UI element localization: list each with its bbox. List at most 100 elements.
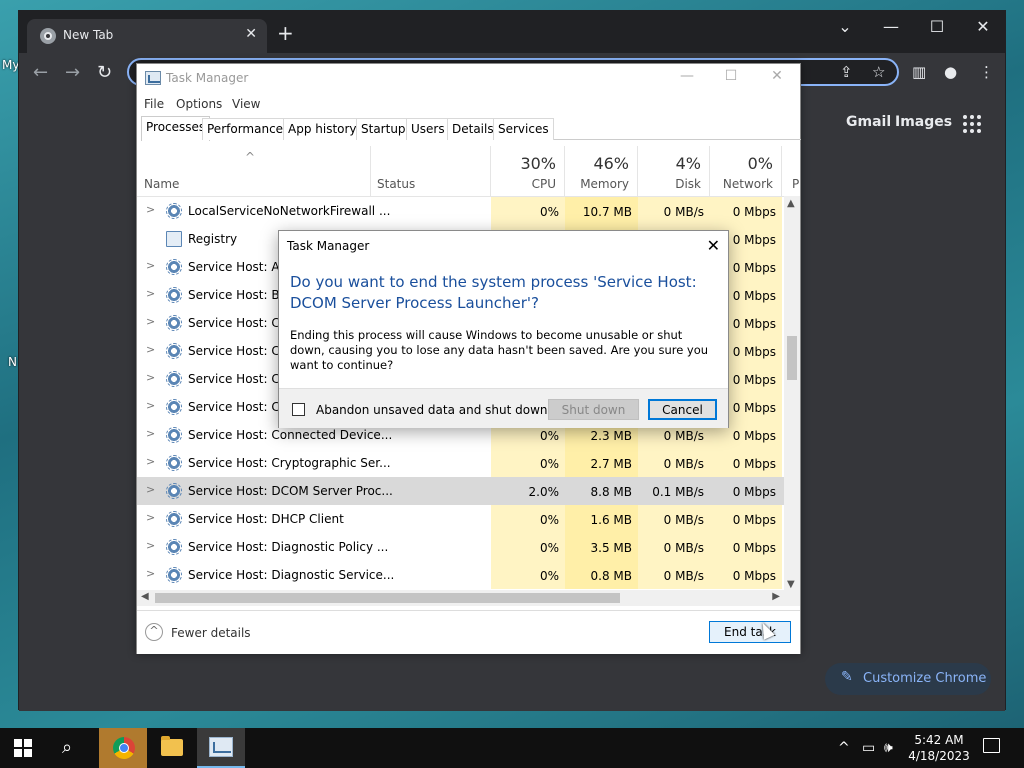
share-icon[interactable]: ⇪ bbox=[840, 63, 853, 81]
column-header-cpu[interactable]: 30% CPU bbox=[491, 146, 565, 196]
service-gear-icon bbox=[166, 371, 182, 387]
new-tab-button[interactable]: + bbox=[277, 23, 294, 43]
menu-options[interactable]: Options bbox=[176, 97, 222, 111]
column-header-power[interactable]: P bbox=[782, 146, 800, 196]
table-row[interactable]: > Service Host: Diagnostic Service... 0%… bbox=[137, 561, 787, 589]
expand-chevron-icon[interactable]: > bbox=[146, 427, 155, 440]
end-process-dialog: Task Manager ✕ Do you want to end the sy… bbox=[278, 230, 729, 428]
scroll-down-icon[interactable]: ▼ bbox=[787, 579, 795, 590]
table-row[interactable]: > Service Host: DHCP Client 0% 1.6 MB 0 … bbox=[137, 505, 787, 533]
tab-processes[interactable]: Processes bbox=[141, 116, 211, 141]
show-hidden-icons-chevron-icon[interactable]: ^ bbox=[838, 740, 850, 756]
close-icon[interactable]: ✕ bbox=[963, 17, 1003, 36]
expand-chevron-icon[interactable]: > bbox=[146, 287, 155, 300]
expand-chevron-icon[interactable]: > bbox=[146, 455, 155, 468]
scroll-left-icon[interactable]: ◀ bbox=[141, 591, 149, 602]
maximize-icon[interactable]: ☐ bbox=[917, 17, 957, 36]
expand-chevron-icon[interactable]: > bbox=[146, 203, 155, 216]
minimize-icon[interactable]: — bbox=[670, 68, 704, 84]
abandon-data-label[interactable]: Abandon unsaved data and shut down. bbox=[316, 403, 551, 417]
tab-app-history[interactable]: App history bbox=[283, 118, 362, 140]
scrollbar-thumb[interactable] bbox=[787, 336, 797, 380]
cancel-button[interactable]: Cancel bbox=[648, 399, 717, 420]
google-apps-icon[interactable] bbox=[963, 115, 981, 133]
chevron-up-icon[interactable]: ^ bbox=[145, 623, 163, 641]
task-manager-footer: ^ Fewer details End task bbox=[137, 610, 800, 654]
chrome-titlebar: New Tab ✕ + ⌄ — ☐ ✕ bbox=[19, 11, 1005, 53]
taskbar-file-explorer[interactable] bbox=[148, 728, 196, 768]
tab-services[interactable]: Services bbox=[493, 118, 554, 140]
tab-close-icon[interactable]: ✕ bbox=[245, 26, 257, 42]
tab-startup[interactable]: Startup bbox=[356, 118, 411, 140]
chrome-menu-icon[interactable]: ⋮ bbox=[979, 63, 994, 81]
table-row[interactable]: > LocalServiceNoNetworkFirewall ... 0% 1… bbox=[137, 197, 787, 225]
column-header-status[interactable]: Status bbox=[371, 146, 491, 196]
maximize-icon[interactable]: ☐ bbox=[714, 68, 748, 84]
desktop-icon-label[interactable]: N bbox=[8, 355, 17, 369]
sort-ascending-icon: ^ bbox=[245, 150, 256, 164]
expand-chevron-icon[interactable]: > bbox=[146, 399, 155, 412]
expand-chevron-icon[interactable]: > bbox=[146, 371, 155, 384]
expand-chevron-icon[interactable]: > bbox=[146, 483, 155, 496]
notification-icon[interactable] bbox=[983, 738, 1000, 753]
abandon-data-checkbox[interactable] bbox=[292, 403, 305, 416]
taskbar-clock[interactable]: 5:42 AM 4/18/2023 bbox=[908, 732, 970, 764]
back-icon[interactable]: ← bbox=[33, 62, 48, 83]
task-manager-app-icon bbox=[145, 71, 161, 85]
dialog-heading: Do you want to end the system process 'S… bbox=[290, 273, 697, 312]
volume-icon[interactable]: 🕪 bbox=[884, 740, 893, 756]
tab-details[interactable]: Details bbox=[447, 118, 499, 140]
scroll-right-icon[interactable]: ▶ bbox=[772, 591, 780, 602]
images-link[interactable]: Images bbox=[895, 114, 952, 130]
end-task-button[interactable]: End task bbox=[709, 621, 791, 643]
search-icon[interactable]: ⌕ bbox=[62, 737, 72, 758]
task-manager-icon bbox=[209, 737, 233, 757]
expand-chevron-icon[interactable]: > bbox=[146, 315, 155, 328]
expand-chevron-icon[interactable]: > bbox=[146, 259, 155, 272]
taskbar-task-manager[interactable] bbox=[197, 728, 245, 768]
menu-file[interactable]: File bbox=[144, 97, 164, 111]
expand-chevron-icon[interactable]: > bbox=[146, 511, 155, 524]
expand-chevron-icon[interactable]: > bbox=[146, 539, 155, 552]
close-icon[interactable]: ✕ bbox=[760, 68, 794, 84]
task-manager-title: Task Manager bbox=[166, 71, 249, 85]
desktop-icon-label[interactable]: My bbox=[2, 58, 19, 72]
expand-chevron-icon[interactable]: > bbox=[146, 567, 155, 580]
vertical-scrollbar[interactable]: ▲ ▼ bbox=[784, 196, 800, 592]
bookmark-star-icon[interactable]: ☆ bbox=[872, 63, 885, 81]
fewer-details-link[interactable]: Fewer details bbox=[171, 626, 251, 640]
scroll-up-icon[interactable]: ▲ bbox=[787, 198, 795, 209]
column-header-disk[interactable]: 4% Disk bbox=[638, 146, 710, 196]
gmail-link[interactable]: Gmail bbox=[846, 114, 891, 130]
service-gear-icon bbox=[166, 315, 182, 331]
network-icon[interactable]: ▭ bbox=[862, 740, 875, 756]
dialog-close-icon[interactable]: ✕ bbox=[707, 236, 720, 255]
tab-users[interactable]: Users bbox=[406, 118, 450, 140]
column-header-network[interactable]: 0% Network bbox=[710, 146, 782, 196]
horizontal-scrollbar[interactable]: ◀ ▶ bbox=[137, 590, 800, 606]
minimize-icon[interactable]: — bbox=[871, 17, 911, 36]
scrollbar-thumb[interactable] bbox=[155, 593, 620, 603]
tab-search-chevron-icon[interactable]: ⌄ bbox=[825, 17, 865, 36]
column-header-memory[interactable]: 46% Memory bbox=[565, 146, 638, 196]
customize-chrome-button[interactable]: ✎ Customize Chrome bbox=[825, 663, 991, 695]
service-gear-icon bbox=[166, 259, 182, 275]
windows-start-icon[interactable] bbox=[14, 739, 32, 757]
table-row[interactable]: > Service Host: Cryptographic Ser... 0% … bbox=[137, 449, 787, 477]
profile-icon[interactable]: ● bbox=[944, 63, 957, 81]
browser-tab[interactable]: New Tab ✕ bbox=[27, 19, 267, 53]
column-header-name[interactable]: ^ Name bbox=[137, 146, 371, 196]
expand-chevron-icon[interactable]: > bbox=[146, 343, 155, 356]
menu-view[interactable]: View bbox=[232, 97, 260, 111]
side-panel-icon[interactable]: ▥ bbox=[912, 63, 926, 81]
taskbar-chrome[interactable] bbox=[99, 728, 147, 768]
service-gear-icon bbox=[166, 287, 182, 303]
service-gear-icon bbox=[166, 399, 182, 415]
table-row-selected[interactable]: > Service Host: DCOM Server Proc... 2.0%… bbox=[137, 477, 787, 505]
table-row[interactable]: > Service Host: Diagnostic Policy ... 0%… bbox=[137, 533, 787, 561]
tab-performance[interactable]: Performance bbox=[202, 118, 289, 140]
forward-icon[interactable]: → bbox=[65, 62, 80, 83]
clock-date: 4/18/2023 bbox=[908, 749, 970, 763]
shut-down-button[interactable]: Shut down bbox=[548, 399, 639, 420]
reload-icon[interactable]: ↻ bbox=[97, 62, 112, 83]
